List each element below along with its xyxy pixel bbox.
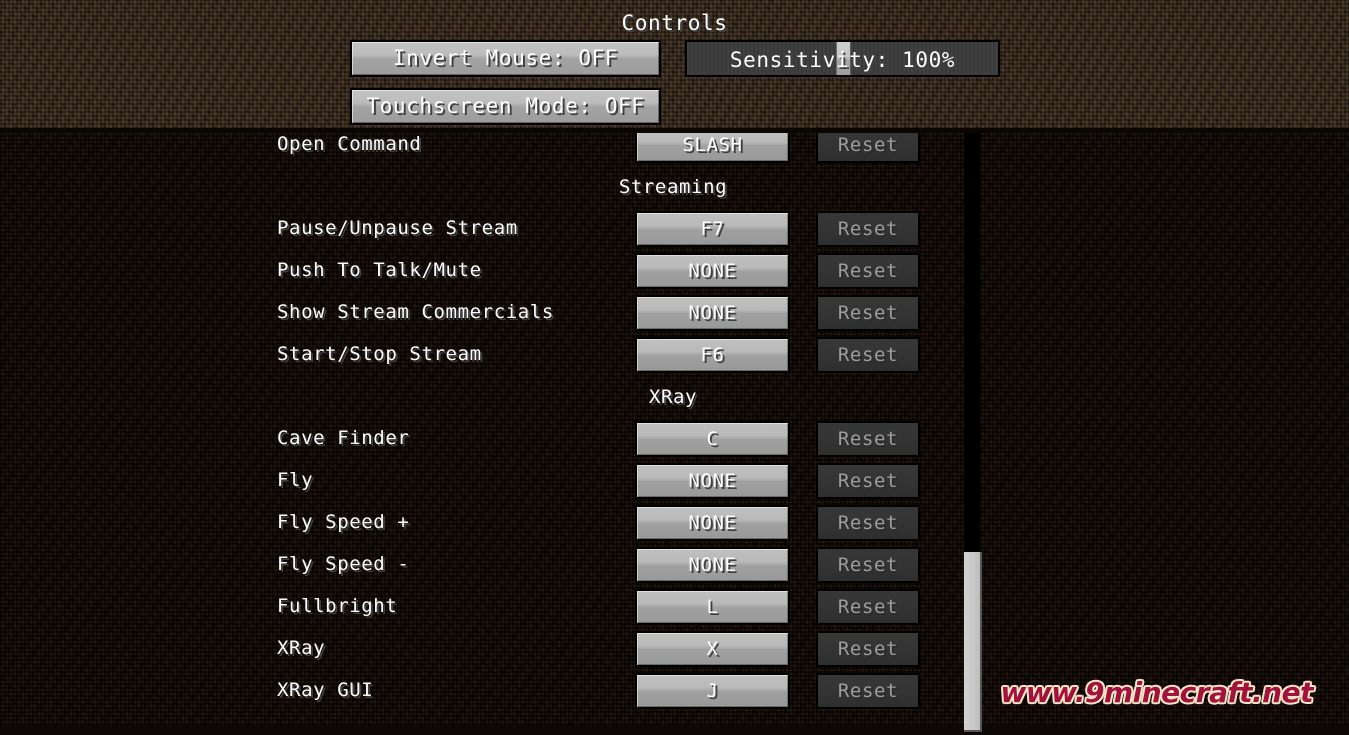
keybinding-reset-label: Reset (837, 133, 899, 156)
keybinding-key-label: C (706, 427, 719, 450)
list-section-header: XRay (0, 376, 1349, 418)
keybinding-key-button[interactable]: NONE (635, 505, 790, 541)
keybinding-key-button[interactable]: SLASH (635, 133, 790, 163)
keybinding-reset-label: Reset (837, 637, 899, 660)
keybinding-key-label: X (706, 637, 719, 660)
keybinding-reset-label: Reset (837, 343, 899, 366)
keybinding-reset-label: Reset (837, 301, 899, 324)
keybinding-row: Push To Talk/Mute NONE Reset (0, 250, 1349, 292)
keybinding-reset-label: Reset (837, 511, 899, 534)
section-header-label: XRay (648, 386, 698, 408)
keybinding-key-label: J (706, 679, 719, 702)
page-title: Controls (621, 11, 728, 35)
minecraft-controls-screen: Controls Invert Mouse: OFF Touchscreen M… (0, 0, 1349, 735)
keybinding-reset-button[interactable]: Reset (816, 421, 920, 457)
keybinding-key-label: SLASH (682, 133, 743, 156)
keybinding-row: Show Stream Commercials NONE Reset (0, 292, 1349, 334)
keybinding-key-label: L (706, 595, 719, 618)
sensitivity-slider[interactable]: Sensitivity: 100% (685, 40, 1000, 77)
keybinding-row: XRay X Reset (0, 628, 1349, 670)
keybinding-reset-button[interactable]: Reset (816, 463, 920, 499)
keybinding-key-button[interactable]: NONE (635, 547, 790, 583)
keybinding-key-label: F6 (700, 343, 725, 366)
keybinding-label: XRay (277, 637, 326, 659)
keybinding-reset-button[interactable]: Reset (816, 589, 920, 625)
keybinding-key-button[interactable]: NONE (635, 295, 790, 331)
keybinding-reset-label: Reset (837, 553, 899, 576)
keybinding-reset-label: Reset (837, 469, 899, 492)
keybinding-row: Cave Finder C Reset (0, 418, 1349, 460)
keybinding-key-button[interactable]: L (635, 589, 790, 625)
keybinding-label: Cave Finder (277, 427, 410, 449)
keybinding-label: Fly Speed + (277, 511, 410, 533)
scrollbar-thumb[interactable] (964, 552, 982, 732)
keybinding-reset-label: Reset (837, 427, 899, 450)
keybinding-label: Open Command (277, 133, 422, 155)
keybinding-row: Fly NONE Reset (0, 460, 1349, 502)
keybinding-reset-button[interactable]: Reset (816, 337, 920, 373)
keybinding-key-button[interactable]: F7 (635, 211, 790, 247)
keybinding-list[interactable]: Open Command SLASH Reset Streaming Pause/Unp… (0, 133, 1349, 725)
keybinding-reset-button[interactable]: Reset (816, 253, 920, 289)
keybinding-key-label: NONE (688, 469, 737, 492)
keybinding-reset-label: Reset (837, 595, 899, 618)
touchscreen-mode-label: Touchscreen Mode: OFF (366, 94, 645, 118)
keybinding-label: Start/Stop Stream (277, 343, 482, 365)
keybinding-reset-label: Reset (837, 217, 899, 240)
keybinding-key-button[interactable]: NONE (635, 253, 790, 289)
keybinding-row: Fly Speed - NONE Reset (0, 544, 1349, 586)
keybinding-key-label: NONE (688, 259, 737, 282)
keybinding-key-button[interactable]: C (635, 421, 790, 457)
keybinding-reset-button[interactable]: Reset (816, 547, 920, 583)
keybinding-key-button[interactable]: X (635, 631, 790, 667)
keybinding-row: Open Command SLASH Reset (0, 133, 1349, 166)
keybinding-label: XRay GUI (277, 679, 374, 701)
keybinding-row: Fly Speed + NONE Reset (0, 502, 1349, 544)
keybinding-label: Fly Speed - (277, 553, 410, 575)
keybinding-label: Fly (277, 469, 314, 491)
section-header-label: Streaming (618, 176, 728, 198)
keybinding-key-button[interactable]: F6 (635, 337, 790, 373)
keybinding-reset-button[interactable]: Reset (816, 673, 920, 709)
keybinding-row: Pause/Unpause Stream F7 Reset (0, 208, 1349, 250)
keybinding-reset-button[interactable]: Reset (816, 631, 920, 667)
sensitivity-label: Sensitivity: 100% (729, 48, 956, 72)
keybinding-row: Fullbright L Reset (0, 586, 1349, 628)
keybinding-reset-button[interactable]: Reset (816, 133, 920, 163)
keybinding-key-button[interactable]: J (635, 673, 790, 709)
keybinding-key-label: F7 (700, 217, 725, 240)
keybinding-key-label: NONE (688, 553, 737, 576)
keybinding-row: Start/Stop Stream F6 Reset (0, 334, 1349, 376)
list-section-header: Streaming (0, 166, 1349, 208)
keybinding-reset-label: Reset (837, 259, 899, 282)
keybinding-key-label: NONE (688, 511, 737, 534)
keybinding-reset-button[interactable]: Reset (816, 295, 920, 331)
keybinding-reset-button[interactable]: Reset (816, 505, 920, 541)
touchscreen-mode-button[interactable]: Touchscreen Mode: OFF (350, 88, 661, 125)
keybinding-label: Pause/Unpause Stream (277, 217, 518, 239)
keybinding-key-button[interactable]: NONE (635, 463, 790, 499)
keybinding-reset-label: Reset (837, 679, 899, 702)
keybinding-reset-button[interactable]: Reset (816, 211, 920, 247)
invert-mouse-label: Invert Mouse: OFF (392, 46, 619, 70)
keybinding-label: Push To Talk/Mute (277, 259, 482, 281)
site-watermark: www.9minecraft.net (1000, 676, 1314, 709)
invert-mouse-button[interactable]: Invert Mouse: OFF (350, 40, 661, 77)
keybinding-label: Show Stream Commercials (277, 301, 554, 323)
keybinding-label: Fullbright (277, 595, 398, 617)
keybinding-key-label: NONE (688, 301, 737, 324)
